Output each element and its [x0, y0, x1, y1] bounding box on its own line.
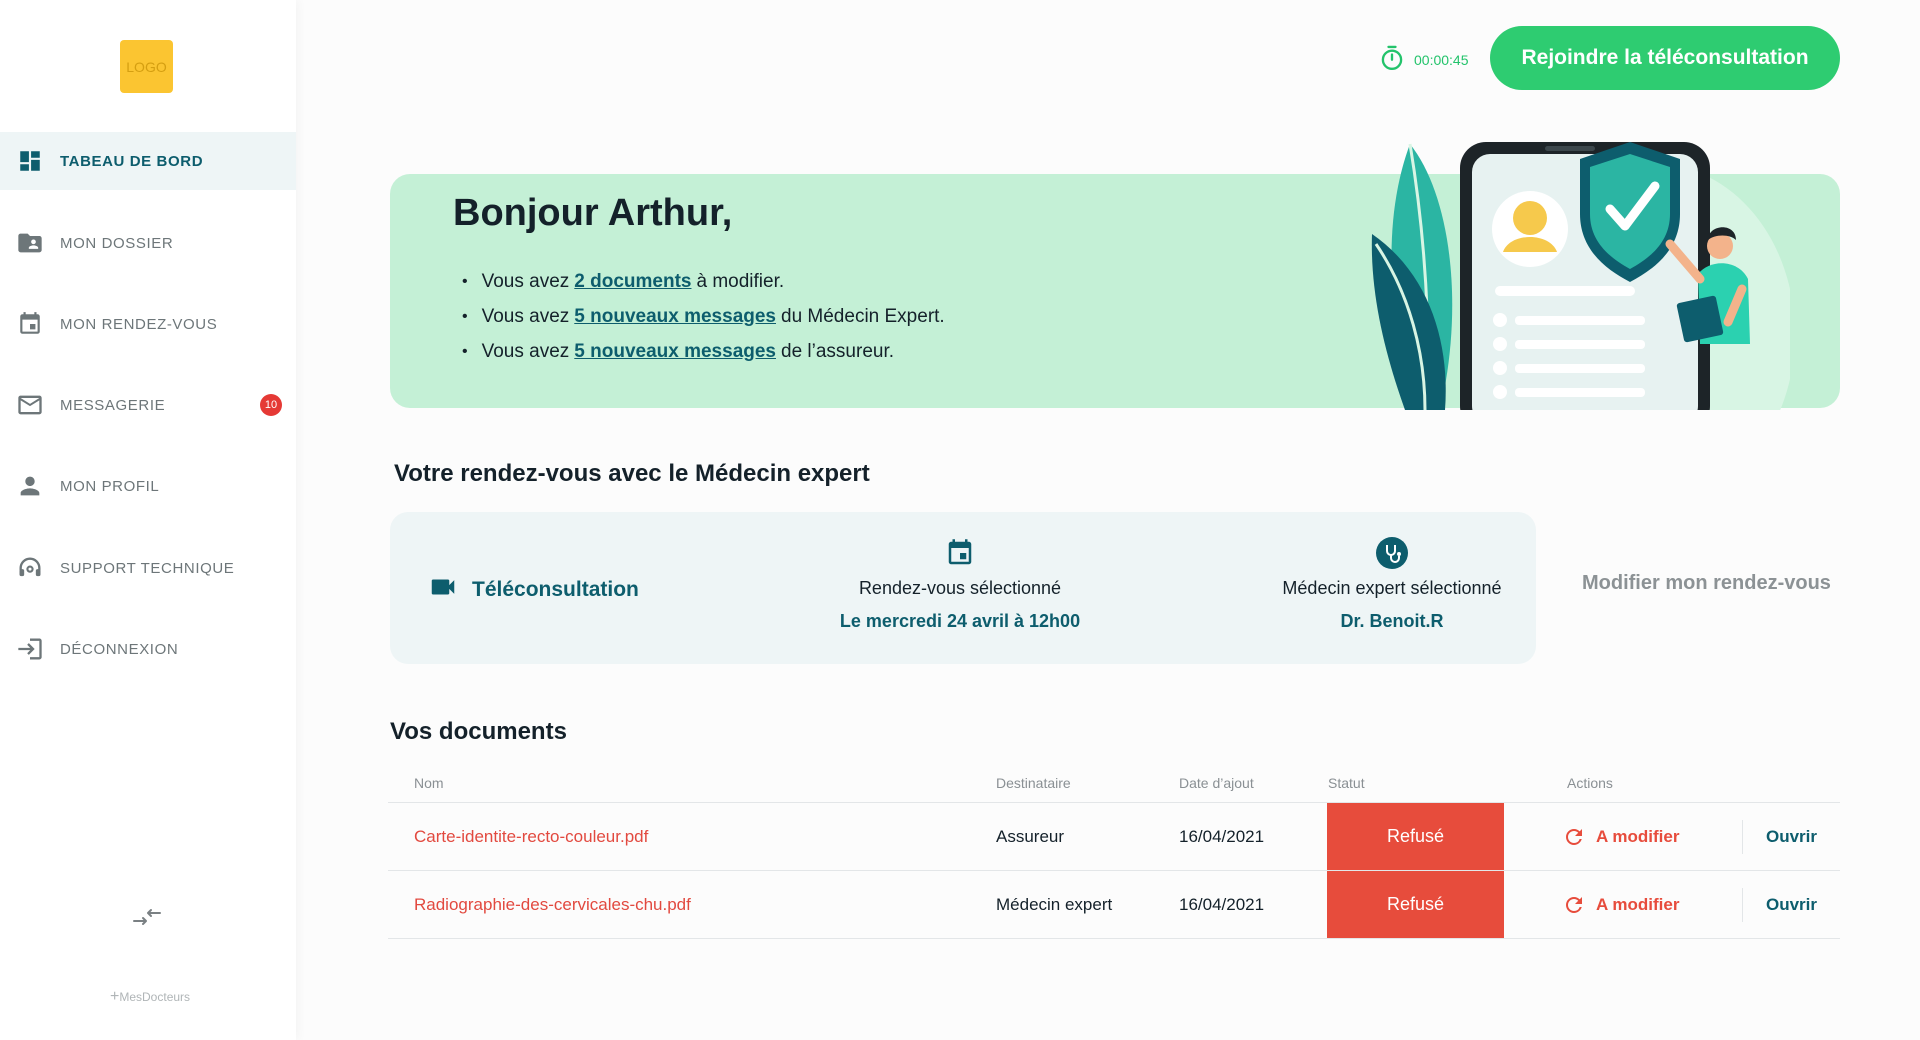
timer-value: 00:00:45 — [1414, 51, 1469, 68]
brand-name: MesDocteurs — [119, 990, 191, 1004]
refresh-icon — [1566, 828, 1582, 845]
collapse-sidebar-button[interactable] — [132, 904, 162, 934]
expert-messages-link[interactable]: 5 nouveaux messages — [574, 306, 776, 328]
sidebar-item-label: TABEAU DE BORD — [60, 152, 204, 170]
arrows-collapse-icon — [132, 906, 162, 933]
modify-label: A modifier — [1596, 894, 1680, 914]
appointment-type: Téléconsultation — [428, 572, 639, 608]
plus-icon: + — [110, 988, 120, 1005]
sidebar-item-rendez-vous[interactable]: MON RENDEZ-VOUS — [0, 295, 296, 353]
note-text: de l’assureur. — [781, 340, 895, 362]
logo[interactable]: LOGO — [120, 40, 173, 93]
modify-label: A modifier — [1596, 826, 1680, 846]
notifications-list: Vous avez2 documentsà modifier. Vous ave… — [462, 264, 945, 369]
sidebar-item-dossier[interactable]: MON DOSSIER — [0, 214, 296, 272]
sidebar-item-profil[interactable]: MON PROFIL — [0, 457, 296, 515]
column-header-date: Date d’ajout — [1179, 775, 1254, 791]
appointment-card: Téléconsultation Rendez-vous sélectionné… — [390, 512, 1536, 664]
table-row: Radiographie-des-cervicales-chu.pdf Méde… — [388, 871, 1840, 939]
open-document-button[interactable]: Ouvrir — [1766, 871, 1817, 938]
column-header-status: Statut — [1328, 775, 1365, 791]
modify-document-button[interactable]: A modifier — [1562, 803, 1679, 870]
appointment-date: Rendez-vous sélectionné Le mercredi 24 a… — [800, 536, 1120, 632]
join-teleconsultation-button[interactable]: Rejoindre la téléconsultation — [1490, 26, 1840, 90]
modify-document-button[interactable]: A modifier — [1562, 871, 1679, 938]
stopwatch-icon — [1378, 44, 1414, 75]
appointment-doctor-label: Médecin expert sélectionné — [1282, 578, 1502, 598]
person-icon — [16, 472, 44, 500]
document-recipient: Assureur — [996, 826, 1065, 846]
logo-text: LOGO — [126, 58, 167, 75]
appointment-date-value: Le mercredi 24 avril à 12h00 — [839, 611, 1081, 631]
sidebar: LOGO TABEAU DE BORD MON DOSSIER MON REND… — [0, 0, 296, 1040]
column-header-actions: Actions — [1567, 775, 1613, 791]
sidebar-item-dashboard[interactable]: TABEAU DE BORD — [0, 132, 296, 190]
note-text: Vous avez — [481, 270, 570, 292]
document-name-link[interactable]: Carte-identite-recto-couleur.pdf — [414, 803, 648, 870]
sidebar-item-support[interactable]: SUPPORT TECHNIQUE — [0, 539, 296, 597]
sidebar-item-label: DÉCONNEXION — [60, 640, 179, 658]
folder-user-icon — [16, 229, 44, 257]
sidebar-item-label: SUPPORT TECHNIQUE — [60, 559, 235, 577]
unread-badge: 10 — [260, 394, 282, 416]
list-item: Vous avez5 nouveaux messagesde l’assureu… — [462, 334, 945, 369]
column-header-recipient: Destinataire — [996, 775, 1071, 791]
appointment-section-title: Votre rendez-vous avec le Médecin expert — [394, 460, 870, 487]
documents-link[interactable]: 2 documents — [574, 271, 691, 293]
video-camera-icon — [428, 572, 472, 608]
documents-section-title: Vos documents — [390, 718, 567, 745]
calendar-icon — [16, 310, 44, 338]
sidebar-item-label: MON DOSSIER — [60, 234, 174, 252]
doctor-phone-illustration — [1371, 142, 1790, 410]
status-badge: Refusé — [1327, 871, 1504, 938]
note-text: du Médecin Expert. — [781, 305, 945, 327]
document-name-link[interactable]: Radiographie-des-cervicales-chu.pdf — [414, 871, 691, 938]
note-text: Vous avez — [481, 305, 570, 327]
sidebar-item-label: MESSAGERIE — [60, 396, 166, 414]
refresh-icon — [1566, 896, 1582, 913]
document-date: 16/04/2021 — [1179, 894, 1265, 914]
appointment-doctor: Médecin expert sélectionné Dr. Benoit.R — [1232, 536, 1552, 632]
mail-icon — [16, 391, 44, 419]
table-row: Carte-identite-recto-couleur.pdf Assureu… — [388, 803, 1840, 871]
open-document-button[interactable]: Ouvrir — [1766, 803, 1817, 870]
column-header-name: Nom — [414, 775, 444, 791]
appointment-doctor-value: Dr. Benoit.R — [1340, 611, 1444, 631]
stethoscope-icon — [1232, 536, 1552, 570]
appointment-type-label: Téléconsultation — [472, 578, 639, 601]
sidebar-item-label: MON RENDEZ-VOUS — [60, 315, 218, 333]
note-text: Vous avez — [481, 340, 570, 362]
logout-icon — [16, 635, 44, 663]
insurer-messages-link[interactable]: 5 nouveaux messages — [574, 341, 776, 363]
document-date: 16/04/2021 — [1179, 826, 1265, 846]
dashboard-icon — [16, 147, 44, 175]
sidebar-item-logout[interactable]: DÉCONNEXION — [0, 620, 296, 678]
support-icon — [16, 554, 44, 582]
action-separator — [1742, 888, 1743, 922]
appointment-date-label: Rendez-vous sélectionné — [858, 578, 1062, 598]
sidebar-item-messagerie[interactable]: MESSAGERIE 10 — [0, 376, 296, 434]
call-timer: 00:00:45 — [1378, 44, 1469, 75]
calendar-icon — [800, 536, 1120, 570]
note-text: à modifier. — [696, 270, 785, 292]
modify-appointment-button[interactable]: Modifier mon rendez-vous — [1582, 572, 1831, 595]
list-item: Vous avez2 documentsà modifier. — [462, 264, 945, 299]
brand-logo: +MesDocteurs — [110, 988, 190, 1006]
greeting: Bonjour Arthur, — [453, 192, 733, 234]
list-item: Vous avez5 nouveaux messagesdu Médecin E… — [462, 299, 945, 334]
action-separator — [1742, 820, 1743, 854]
sidebar-item-label: MON PROFIL — [60, 477, 160, 495]
status-badge: Refusé — [1327, 803, 1504, 870]
document-recipient: Médecin expert — [996, 894, 1113, 914]
